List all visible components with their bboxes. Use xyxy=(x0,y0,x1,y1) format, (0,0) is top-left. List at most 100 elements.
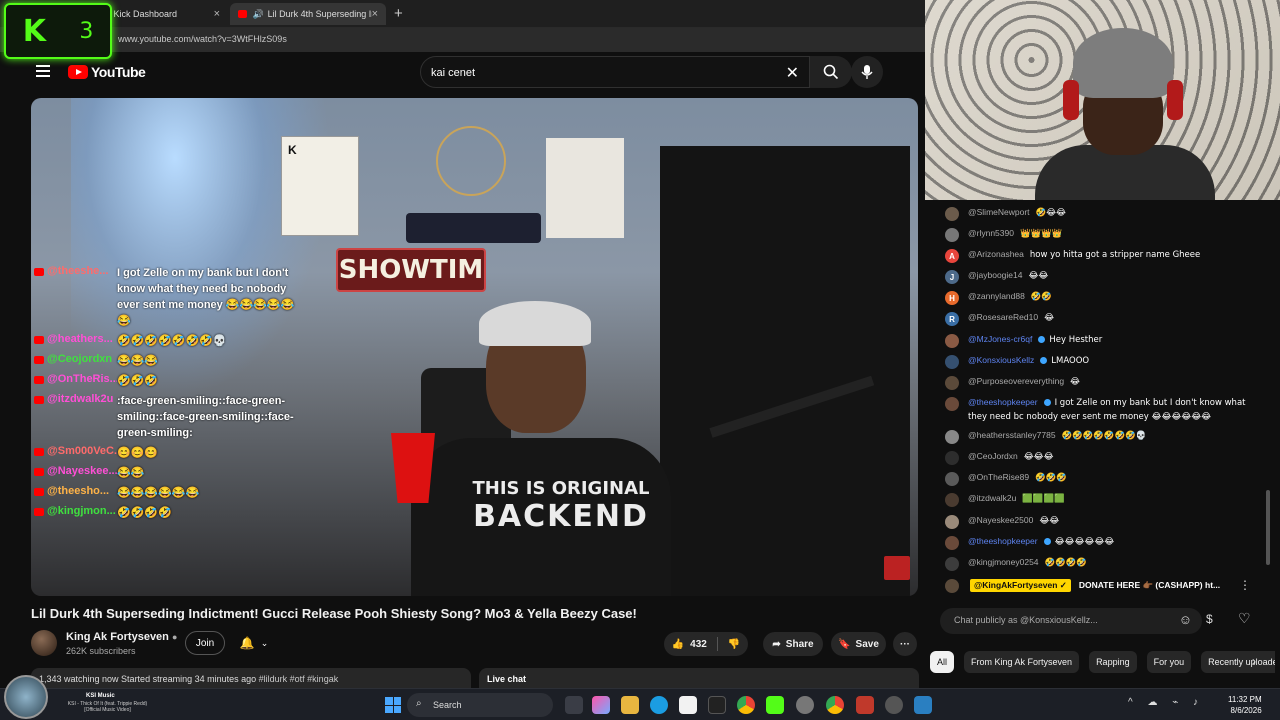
chat-message[interactable]: @Purposeovereverything 😂 xyxy=(945,375,1257,390)
chat-message[interactable]: @heathersstanley7785 🤣🤣🤣🤣🤣🤣🤣💀 xyxy=(945,429,1257,444)
menu-icon[interactable] xyxy=(36,65,50,77)
super-chat-icon[interactable]: $ xyxy=(1206,612,1213,626)
search-value[interactable]: kai cenet xyxy=(431,67,475,79)
chat-message[interactable]: @OnTheRise89 🤣🤣🤣 xyxy=(945,471,1257,486)
more-actions-button[interactable]: ··· xyxy=(893,632,917,656)
search-button[interactable] xyxy=(810,56,852,88)
like-button[interactable]: 👍 432 xyxy=(672,639,707,650)
file-explorer-icon[interactable] xyxy=(621,696,639,714)
address-bar[interactable]: www.youtube.com/watch?v=3WtFHlzS09s xyxy=(0,28,925,52)
chat-author[interactable]: @itzdwalk2u xyxy=(968,493,1016,503)
chat-author[interactable]: @OnTheRise89 xyxy=(968,472,1029,482)
taskbar-search[interactable]: ⌕ Search xyxy=(407,693,553,717)
chat-message[interactable]: @rlynn5390 👑👑👑👑 xyxy=(945,227,1257,242)
clear-search-icon[interactable]: ✕ xyxy=(786,63,799,83)
chat-avatar[interactable] xyxy=(945,451,959,465)
chat-author[interactable]: @KonsxiousKellz xyxy=(968,355,1034,365)
tab-kick-dashboard[interactable]: - Kick Dashboard × xyxy=(100,3,228,25)
chat-message[interactable]: @itzdwalk2u 🟩🟩🟩🟩 xyxy=(945,492,1257,507)
channel-name-text[interactable]: King Ak Fortyseven xyxy=(66,631,169,643)
clock[interactable]: 11:32 PM 8/6/2026 xyxy=(1228,694,1262,716)
chat-message[interactable]: @MzJones-cr6qf Hey Hesther xyxy=(945,333,1257,348)
chat-author[interactable]: @CeoJordxn xyxy=(968,451,1018,461)
chat-avatar[interactable] xyxy=(945,397,959,411)
description-box[interactable]: 1,343 watching now Started streaming 34 … xyxy=(31,668,471,688)
app-icon[interactable] xyxy=(914,696,932,714)
speaker-icon[interactable]: 🔊 xyxy=(252,9,263,20)
media-thumbnail[interactable] xyxy=(4,675,48,719)
channel-avatar[interactable] xyxy=(31,630,57,656)
chevron-right-icon[interactable]: › xyxy=(1252,654,1256,668)
thumbs-down-icon[interactable]: 👎 xyxy=(728,639,740,650)
chat-author[interactable]: @MzJones-cr6qf xyxy=(968,334,1032,344)
chat-message[interactable]: @theeshopkeeper 😂😂😂😂😂😂 xyxy=(945,535,1257,550)
chat-avatar[interactable] xyxy=(945,207,959,221)
filter-chip[interactable]: Rapping xyxy=(1089,651,1137,673)
chat-avatar[interactable]: J xyxy=(945,270,959,284)
copilot-icon[interactable] xyxy=(592,696,610,714)
chat-author[interactable]: @zannyland88 xyxy=(968,291,1025,301)
chat-message[interactable]: @kingjmoney0254 🤣🤣🤣🤣 xyxy=(945,556,1257,571)
share-button[interactable]: ➦ Share xyxy=(763,632,823,656)
windows-start-icon[interactable] xyxy=(385,697,401,713)
chat-message[interactable]: R @RosesareRed10 😂 xyxy=(945,311,1257,326)
filter-chip[interactable]: For you xyxy=(1146,651,1192,673)
notifications-button[interactable]: 🔔 ⌄ xyxy=(230,631,278,655)
tab-youtube-video[interactable]: 🔊 Lil Durk 4th Superseding Indic × xyxy=(230,3,386,25)
chrome-icon[interactable] xyxy=(737,696,755,714)
heart-icon[interactable]: ♡ xyxy=(1238,610,1251,627)
chat-avatar[interactable]: R xyxy=(945,312,959,326)
chat-avatar[interactable] xyxy=(945,515,959,529)
chat-avatar[interactable] xyxy=(945,334,959,348)
chat-avatar[interactable] xyxy=(945,557,959,571)
chat-author[interactable]: @theeshopkeeper xyxy=(968,536,1038,546)
chat-avatar[interactable] xyxy=(945,472,959,486)
filter-chip[interactable]: From King Ak Fortyseven xyxy=(964,651,1080,673)
system-tray[interactable]: ^ ☁ ⌁ ♪ xyxy=(1128,697,1204,708)
chat-avatar[interactable] xyxy=(945,355,959,369)
chat-input[interactable]: Chat publicly as @KonsxiousKellz... ☺ xyxy=(940,608,1202,634)
chat-message[interactable]: J @jayboogie14 😂😂 xyxy=(945,269,1257,284)
chat-avatar[interactable] xyxy=(945,430,959,444)
chat-author[interactable]: @Arizonashea xyxy=(968,249,1024,259)
chat-author[interactable]: @theeshopkeeper xyxy=(968,397,1038,407)
task-view-icon[interactable] xyxy=(565,696,583,714)
chat-avatar[interactable] xyxy=(945,376,959,390)
chat-author[interactable]: @heathersstanley7785 xyxy=(968,430,1056,440)
chat-avatar[interactable]: A xyxy=(945,249,959,263)
close-icon[interactable]: × xyxy=(214,8,220,20)
chat-input-placeholder[interactable]: Chat publicly as @KonsxiousKellz... xyxy=(954,615,1098,625)
chat-author[interactable]: @Nayeskee2500 xyxy=(968,515,1033,525)
chat-author[interactable]: @RosesareRed10 xyxy=(968,312,1038,322)
hashtags[interactable]: #lildurk #otf #kingak xyxy=(259,674,339,684)
chat-message[interactable]: H @zannyland88 🤣🤣 xyxy=(945,290,1257,305)
kick-icon[interactable] xyxy=(766,696,784,714)
save-button[interactable]: 🔖 Save xyxy=(831,632,886,656)
chat-message[interactable]: @Nayeskee2500 😂😂 xyxy=(945,514,1257,529)
more-vert-icon[interactable]: ⋮ xyxy=(1239,578,1251,592)
chat-message[interactable]: A @Arizonashea how yo hitta got a stripper… xyxy=(945,248,1257,263)
filter-chip[interactable]: Recently uploaded xyxy=(1201,651,1275,673)
terminal-icon[interactable] xyxy=(708,696,726,714)
url-text[interactable]: www.youtube.com/watch?v=3WtFHlzS09s xyxy=(118,34,287,44)
chat-avatar[interactable] xyxy=(945,536,959,550)
chat-message[interactable]: @CeoJordxn 😂😂😂 xyxy=(945,450,1257,465)
chat-author[interactable]: @Purposeovereverything xyxy=(968,376,1064,386)
close-icon[interactable]: × xyxy=(372,8,378,20)
store-icon[interactable] xyxy=(679,696,697,714)
chat-message[interactable]: @KonsxiousKellz LMAOOO xyxy=(945,354,1257,369)
pinned-message[interactable]: @KingAkFortyseven ✓ DONATE HERE 👉🏾 (CASH… xyxy=(935,575,1265,595)
filter-chip[interactable]: All xyxy=(930,651,955,673)
app-icon[interactable] xyxy=(856,696,874,714)
chat-avatar[interactable] xyxy=(945,228,959,242)
emoji-icon[interactable]: ☺ xyxy=(1179,612,1192,627)
chat-avatar[interactable]: H xyxy=(945,291,959,305)
chat-avatar[interactable] xyxy=(945,493,959,507)
youtube-logo[interactable]: YouTube xyxy=(68,64,146,80)
edge-icon[interactable] xyxy=(650,696,668,714)
chat-author[interactable]: @SlimeNewport xyxy=(968,207,1030,217)
join-button[interactable]: Join xyxy=(185,631,225,655)
chat-scrollbar[interactable] xyxy=(1266,490,1270,565)
search-input[interactable]: kai cenet ✕ xyxy=(420,56,810,88)
settings-icon[interactable] xyxy=(796,696,814,714)
